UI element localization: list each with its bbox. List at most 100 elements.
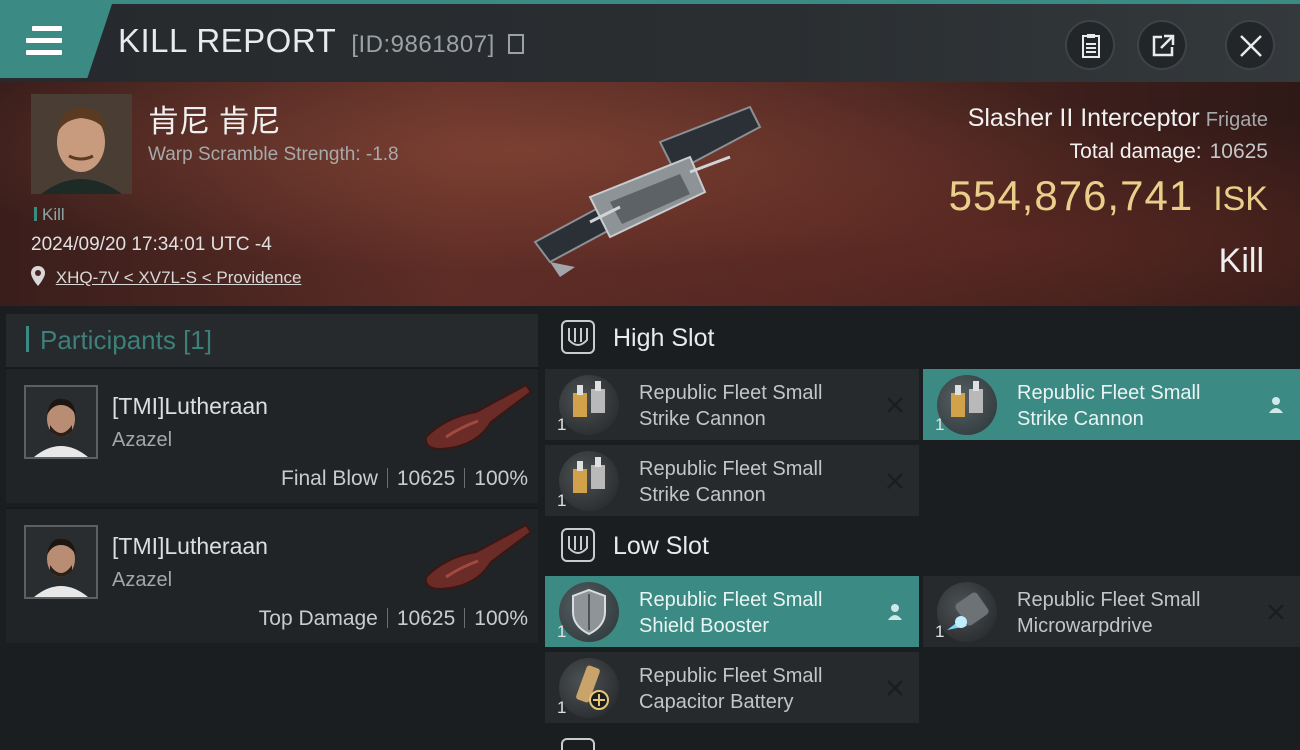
module-name-line1: Republic Fleet Small [639,458,823,480]
high-slot-title: High Slot [613,324,715,352]
report-id: [ID:9861807] [351,31,495,58]
participant-avatar[interactable] [24,525,98,599]
shield-booster-icon [559,582,619,642]
high-slot-header: High Slot [545,310,1300,368]
participant-stats: Top Damage 10625 100% [259,607,528,631]
close-icon [887,473,903,489]
fitting-panel: High Slot 1 Republic Fleet Small Strike C… [545,310,1300,750]
strike-cannon-icon [559,451,619,511]
low-slot-title: Low Slot [613,532,709,560]
participant-role: Top Damage [258,607,378,630]
participants-panel: Participants [1] [TMI]Lutheraan Azazel F… [6,314,538,750]
close-icon [1268,604,1284,620]
module-quantity: 1 [935,622,945,641]
isk-unit: ISK [1213,180,1268,218]
close-button[interactable] [1225,20,1275,70]
module-quantity: 1 [557,491,567,510]
isk-value: 554,876,741 ISK [949,172,1268,220]
divider [464,608,466,628]
close-icon [887,680,903,696]
module-quantity: 1 [557,698,567,717]
participant-ship-icon[interactable] [416,377,536,457]
microwarpdrive-icon [937,582,997,642]
module-quantity: 1 [557,622,567,641]
module-name: Republic Fleet Small Capacitor Battery [639,663,879,715]
participant-avatar[interactable] [24,385,98,459]
module-name: Republic Fleet Small Shield Booster [639,587,879,639]
module-name: Republic Fleet Small Microwarpdrive [1017,587,1257,639]
low-slot-header: Low Slot [545,518,1300,576]
person-icon [888,604,902,620]
participant-damage: 10625 [396,467,456,490]
module-name-line1: Republic Fleet Small [639,665,823,687]
participants-header: Participants [1] [6,314,538,367]
total-damage-label: Total damage: [1069,140,1202,163]
victim-portrait[interactable] [31,94,132,194]
module-name-line2: Strike Cannon [1017,408,1144,430]
divider [386,468,388,488]
participant-ship: Azazel [112,429,173,451]
victim-name[interactable]: 肯尼 肯尼 [148,96,281,141]
participant-role: Final Blow [281,467,378,490]
clipboard-button[interactable] [1065,20,1115,70]
participants-title: Participants [1] [40,325,212,355]
copy-icon[interactable] [508,34,525,54]
victim-avatar-icon [31,94,132,194]
module-quantity: 1 [557,415,567,434]
module-name-line1: Republic Fleet Small [1017,382,1201,404]
module-quantity: 1 [935,415,945,434]
participant-row[interactable]: [TMI]Lutheraan Azazel Final Blow 10625 100… [6,367,538,503]
location-link[interactable]: XHQ-7V < XV7L-S < Providence [56,268,302,287]
participant-row[interactable]: [TMI]Lutheraan Azazel Top Damage 10625 100… [6,507,538,643]
kill-tag: Kill [34,205,65,225]
strike-cannon-icon [937,375,997,435]
module-name-line2: Capacitor Battery [639,691,794,713]
pilot-avatar-icon [26,387,96,457]
share-button[interactable] [1137,20,1187,70]
close-icon [887,397,903,413]
module-item[interactable]: 1 Republic Fleet Small Strike Cannon [923,369,1300,440]
module-item[interactable]: 1 Republic Fleet Small Capacitor Battery [545,652,919,723]
participant-name[interactable]: [TMI]Lutheraan [112,393,268,420]
strike-cannon-icon [559,375,619,435]
participant-name[interactable]: [TMI]Lutheraan [112,533,268,560]
pilot-avatar-icon [26,527,96,597]
ship-class: Frigate [1205,109,1268,131]
participant-ship: Azazel [112,569,173,591]
participant-stats: Final Blow 10625 100% [281,467,528,491]
module-name-line1: Republic Fleet Small [639,589,823,611]
module-name: Republic Fleet Small Strike Cannon [639,380,879,432]
ship-render[interactable] [530,102,770,282]
module-name-line1: Republic Fleet Small [1017,589,1201,611]
menu-button[interactable] [0,4,112,78]
module-name-line1: Republic Fleet Small [639,382,823,404]
kill-timestamp: 2024/09/20 17:34:01 UTC -4 [31,234,272,255]
total-damage: Total damage: 10625 [1070,140,1268,164]
high-slot-icon [561,320,595,354]
person-icon [1269,397,1283,413]
module-name-line2: Strike Cannon [639,408,766,430]
participant-ship-icon[interactable] [416,517,536,597]
location-pin-icon [31,266,45,286]
module-item[interactable]: 1 Republic Fleet Small Microwarpdrive [923,576,1300,647]
module-name-line2: Microwarpdrive [1017,615,1153,637]
ship-name-text: Slasher II Interceptor [967,104,1200,132]
close-icon [1240,35,1262,57]
module-name: Republic Fleet Small Strike Cannon [639,456,879,508]
module-item[interactable]: 1 Republic Fleet Small Strike Cannon [545,445,919,516]
low-slot-icon [561,528,595,562]
share-icon [1152,34,1175,57]
ship-name[interactable]: Slasher II Interceptor Frigate [968,104,1268,133]
module-item[interactable]: 1 Republic Fleet Small Shield Booster [545,576,919,647]
divider [464,468,466,488]
result-label: Kill [1218,242,1264,280]
kill-location[interactable]: XHQ-7V < XV7L-S < Providence [31,266,301,288]
module-name-line2: Shield Booster [639,615,770,637]
module-name: Republic Fleet Small Strike Cannon [1017,380,1257,432]
page-title: KILL REPORT [ID:9861807] [118,22,525,60]
participant-percent: 100% [474,467,528,490]
warp-scramble-strength: Warp Scramble Strength: -1.8 [148,144,399,165]
module-item[interactable]: 1 Republic Fleet Small Strike Cannon [545,369,919,440]
kill-banner: 肯尼 肯尼 Warp Scramble Strength: -1.8 Kill … [0,82,1300,306]
participant-damage: 10625 [396,607,456,630]
